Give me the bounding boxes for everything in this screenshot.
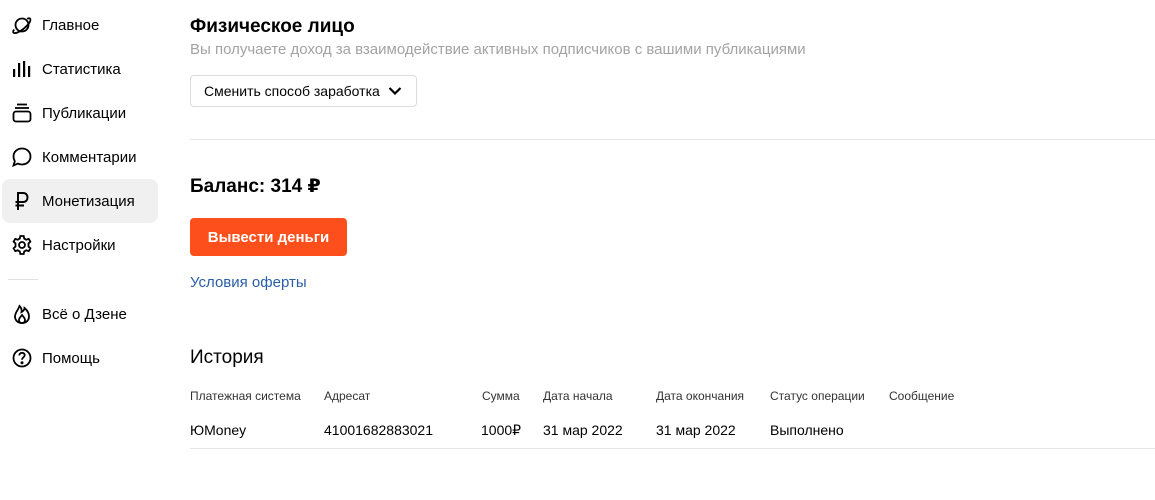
sidebar-item-label: Публикации [42, 104, 127, 122]
sidebar-item-label: Помощь [42, 349, 100, 367]
column-header-start-date: Дата начала [543, 389, 613, 403]
chevron-down-icon [388, 86, 402, 96]
sidebar-item-label: Статистика [42, 60, 121, 78]
planet-icon [10, 13, 34, 37]
page-title: Физическое лицо [190, 16, 355, 37]
history-title: История [190, 347, 264, 368]
row-divider [190, 448, 1155, 449]
cell-recipient: 41001682883021 [324, 422, 434, 438]
offer-terms-link[interactable]: Условия оферты [190, 274, 307, 291]
sidebar-item-label: Комментарии [42, 148, 137, 166]
section-divider [190, 139, 1155, 140]
cell-payment-system: ЮMoney [190, 422, 247, 438]
cell-status: Выполнено [770, 422, 844, 438]
sidebar-item-publications[interactable]: Публикации [2, 91, 158, 135]
main-content: Физическое лицо Вы получаете доход за вз… [190, 0, 1155, 500]
sidebar-item-label: Настройки [42, 236, 116, 254]
gear-icon [10, 233, 34, 257]
sidebar-divider [8, 279, 38, 280]
column-header-end-date: Дата окончания [656, 389, 745, 403]
sidebar-item-statistics[interactable]: Статистика [2, 47, 158, 91]
sidebar-item-about-zen[interactable]: Всё о Дзене [2, 292, 158, 336]
ruble-icon [10, 189, 34, 213]
app-window: Главное Статистика Публикации Комментари… [0, 0, 1155, 500]
speech-bubble-icon [10, 145, 34, 169]
column-header-message: Сообщение [889, 389, 955, 403]
page-subtitle: Вы получаете доход за взаимодействие акт… [190, 41, 806, 58]
sidebar-item-settings[interactable]: Настройки [2, 223, 158, 267]
cell-start-date: 31 мар 2022 [543, 422, 623, 438]
flame-icon [10, 302, 34, 326]
stack-icon [10, 101, 34, 125]
sidebar: Главное Статистика Публикации Комментари… [0, 0, 160, 500]
bar-chart-icon [10, 57, 34, 81]
sidebar-item-label: Главное [42, 16, 100, 34]
balance-label: Баланс: 314 ₽ [190, 176, 321, 197]
withdraw-button[interactable]: Вывести деньги [190, 218, 347, 256]
sidebar-item-label: Всё о Дзене [42, 305, 127, 323]
change-earning-method-label: Сменить способ заработка [204, 83, 380, 99]
column-header-amount: Сумма [482, 389, 520, 403]
cell-end-date: 31 мар 2022 [656, 422, 736, 438]
sidebar-item-comments[interactable]: Комментарии [2, 135, 158, 179]
column-header-payment-system: Платежная система [190, 389, 301, 403]
sidebar-item-label: Монетизация [42, 192, 135, 210]
sidebar-item-monetization[interactable]: Монетизация [2, 179, 158, 223]
help-icon [10, 346, 34, 370]
column-header-recipient: Адресат [324, 389, 371, 403]
sidebar-item-help[interactable]: Помощь [2, 336, 158, 380]
change-earning-method-button[interactable]: Сменить способ заработка [190, 75, 417, 107]
column-header-status: Статус операции [770, 389, 865, 403]
sidebar-item-home[interactable]: Главное [2, 3, 158, 47]
cell-amount: 1000₽ [481, 422, 522, 438]
